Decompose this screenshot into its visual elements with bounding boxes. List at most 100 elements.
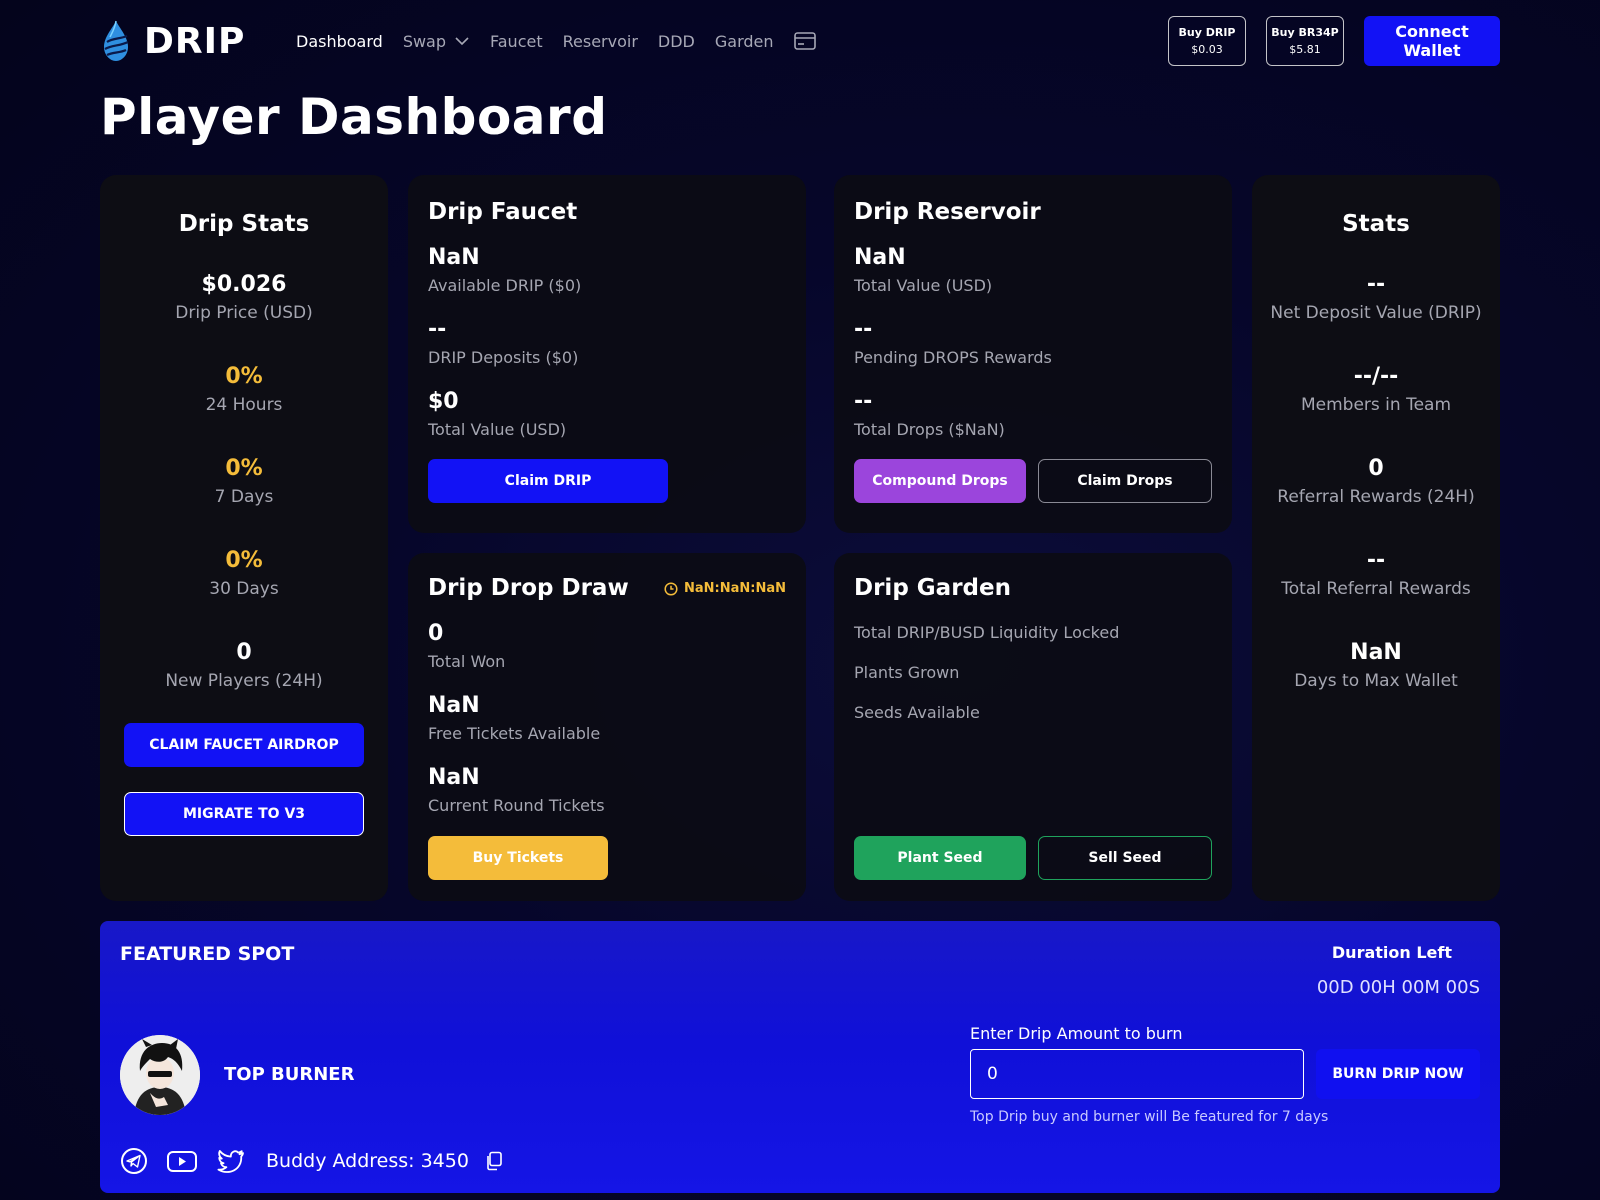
stat-label: 7 Days <box>214 487 274 507</box>
youtube-icon[interactable] <box>166 1147 198 1175</box>
nav-link-garden[interactable]: Garden <box>715 32 774 51</box>
stat-value: 0 <box>1368 456 1384 481</box>
stat-value: NaN <box>428 693 480 718</box>
draw-total-won: 0 Total Won <box>428 621 505 671</box>
buy-br34p-button[interactable]: Buy BR34P $5.81 <box>1266 16 1344 66</box>
burn-amount-input[interactable] <box>970 1049 1304 1099</box>
stat-label: DRIP Deposits ($0) <box>428 348 579 367</box>
stat-value: -- <box>428 317 447 342</box>
stat-value: $0.026 <box>201 272 287 297</box>
buy-br34p-label: Buy BR34P <box>1271 26 1339 39</box>
stat-value: 0 <box>428 621 444 646</box>
garden-title: Drip Garden <box>854 575 1011 601</box>
garden-plants: Plants Grown <box>854 663 960 682</box>
stat-value: -- <box>1366 272 1386 297</box>
nav-link-swap[interactable]: Swap <box>403 32 470 51</box>
compound-drops-button[interactable]: Compound Drops <box>854 459 1026 503</box>
brand[interactable]: DRIP <box>100 20 296 62</box>
stats-title: Stats <box>1342 211 1410 237</box>
drip-stats-title: Drip Stats <box>178 211 310 237</box>
nav-link-reservoir[interactable]: Reservoir <box>563 32 638 51</box>
duration-value: 00D 00H 00M 00S <box>1316 977 1480 998</box>
stat-value: -- <box>854 317 873 342</box>
faucet-title: Drip Faucet <box>428 199 578 225</box>
stat-total-referral: -- Total Referral Rewards <box>1252 548 1500 599</box>
drip-drop-draw-card: Drip Drop Draw NaN:NaN:NaN 0 Total Won N… <box>408 553 806 901</box>
drip-reservoir-card: Drip Reservoir NaN Total Value (USD) -- … <box>834 175 1232 533</box>
stat-value: NaN <box>1350 640 1402 665</box>
brand-name: DRIP <box>144 20 246 62</box>
reservoir-title: Drip Reservoir <box>854 199 1041 225</box>
nav-actions: Buy DRIP $0.03 Buy BR34P $5.81 Connect W… <box>1168 16 1500 66</box>
top-navbar: DRIP Dashboard Swap Faucet Reservoir DDD… <box>100 16 1500 66</box>
stat-value: 0 <box>236 640 252 665</box>
stat-30d: 0% 30 Days <box>100 548 388 599</box>
buy-drip-price: $0.03 <box>1191 43 1223 56</box>
stat-24h: 0% 24 Hours <box>100 364 388 415</box>
buy-tickets-button[interactable]: Buy Tickets <box>428 836 608 880</box>
telegram-icon[interactable] <box>120 1147 148 1175</box>
connect-wallet-button[interactable]: Connect Wallet <box>1364 16 1500 66</box>
stat-label: Current Round Tickets <box>428 796 605 815</box>
stat-label: Total Won <box>428 652 506 671</box>
featured-title: FEATURED SPOT <box>120 943 295 965</box>
buy-br34p-price: $5.81 <box>1289 43 1321 56</box>
sell-seed-button[interactable]: Sell Seed <box>1038 836 1212 880</box>
draw-free-tickets: NaN Free Tickets Available <box>428 693 600 743</box>
stat-label: Drip Price (USD) <box>175 303 313 323</box>
duration-label: Duration Left <box>1331 943 1452 962</box>
claim-drip-button[interactable]: Claim DRIP <box>428 459 668 503</box>
stat-value: NaN <box>854 245 906 270</box>
stat-label: New Players (24H) <box>165 671 323 691</box>
stat-days-max-wallet: NaN Days to Max Wallet <box>1252 640 1500 691</box>
stat-value: -- <box>854 389 873 414</box>
plant-seed-button[interactable]: Plant Seed <box>854 836 1026 880</box>
featured-spot: FEATURED SPOT Duration Left 00D 00H 00M … <box>100 921 1500 1193</box>
draw-round-tickets: NaN Current Round Tickets <box>428 765 605 815</box>
stat-label: Total Drops ($NaN) <box>854 420 1005 439</box>
stat-label: Total Referral Rewards <box>1281 579 1471 599</box>
stat-label: Members in Team <box>1300 395 1452 415</box>
avatar <box>120 1035 200 1115</box>
nav-link-ddd[interactable]: DDD <box>658 32 695 51</box>
stat-label: Available DRIP ($0) <box>428 276 582 295</box>
timer-text: NaN:NaN:NaN <box>684 581 786 596</box>
reservoir-pending-drops: -- Pending DROPS Rewards <box>854 317 1052 367</box>
nav-link-swap-label: Swap <box>402 31 447 51</box>
stat-label: Days to Max Wallet <box>1294 671 1458 691</box>
twitter-icon[interactable] <box>216 1147 246 1175</box>
garden-liquidity: Total DRIP/BUSD Liquidity Locked <box>854 623 1120 642</box>
burn-amount-label: Enter Drip Amount to burn <box>970 1024 1183 1043</box>
reservoir-total-drops: -- Total Drops ($NaN) <box>854 389 1005 439</box>
stats-card: Stats -- Net Deposit Value (DRIP) --/-- … <box>1252 175 1500 901</box>
stat-7d: 0% 7 Days <box>100 456 388 507</box>
stat-label: 24 Hours <box>205 395 283 415</box>
burn-drip-now-button[interactable]: BURN DRIP NOW <box>1316 1049 1480 1099</box>
drop-draw-title: Drip Drop Draw <box>428 575 629 601</box>
page-title: Player Dashboard <box>100 88 608 146</box>
credit-card-icon[interactable] <box>793 32 816 50</box>
faucet-deposits: -- DRIP Deposits ($0) <box>428 317 578 367</box>
buy-drip-button[interactable]: Buy DRIP $0.03 <box>1168 16 1246 66</box>
claim-faucet-airdrop-button[interactable]: CLAIM FAUCET AIRDROP <box>124 723 364 767</box>
reservoir-total-value: NaN Total Value (USD) <box>854 245 992 295</box>
burn-note: Top Drip buy and burner will Be featured… <box>970 1109 1329 1125</box>
stat-net-deposit: -- Net Deposit Value (DRIP) <box>1252 272 1500 323</box>
copy-icon[interactable] <box>485 1151 503 1171</box>
nav-links: Dashboard Swap Faucet Reservoir DDD Gard… <box>296 32 816 51</box>
stat-value: --/-- <box>1353 364 1399 389</box>
stat-value: 0% <box>225 364 263 389</box>
nav-link-faucet[interactable]: Faucet <box>490 32 543 51</box>
drip-garden-card: Drip Garden Total DRIP/BUSD Liquidity Lo… <box>834 553 1232 901</box>
stat-value: 0% <box>225 456 263 481</box>
claim-drops-button[interactable]: Claim Drops <box>1038 459 1212 503</box>
stat-referral-24h: 0 Referral Rewards (24H) <box>1252 456 1500 507</box>
drop-draw-timer: NaN:NaN:NaN <box>664 581 786 596</box>
anime-avatar-icon <box>120 1035 200 1115</box>
stat-value: -- <box>1366 548 1386 573</box>
migrate-to-v3-button[interactable]: MIGRATE TO V3 <box>124 792 364 836</box>
nav-link-dashboard[interactable]: Dashboard <box>296 32 383 51</box>
stat-value: NaN <box>428 765 480 790</box>
drip-logo-icon <box>104 20 129 61</box>
chevron-down-icon <box>455 37 469 46</box>
